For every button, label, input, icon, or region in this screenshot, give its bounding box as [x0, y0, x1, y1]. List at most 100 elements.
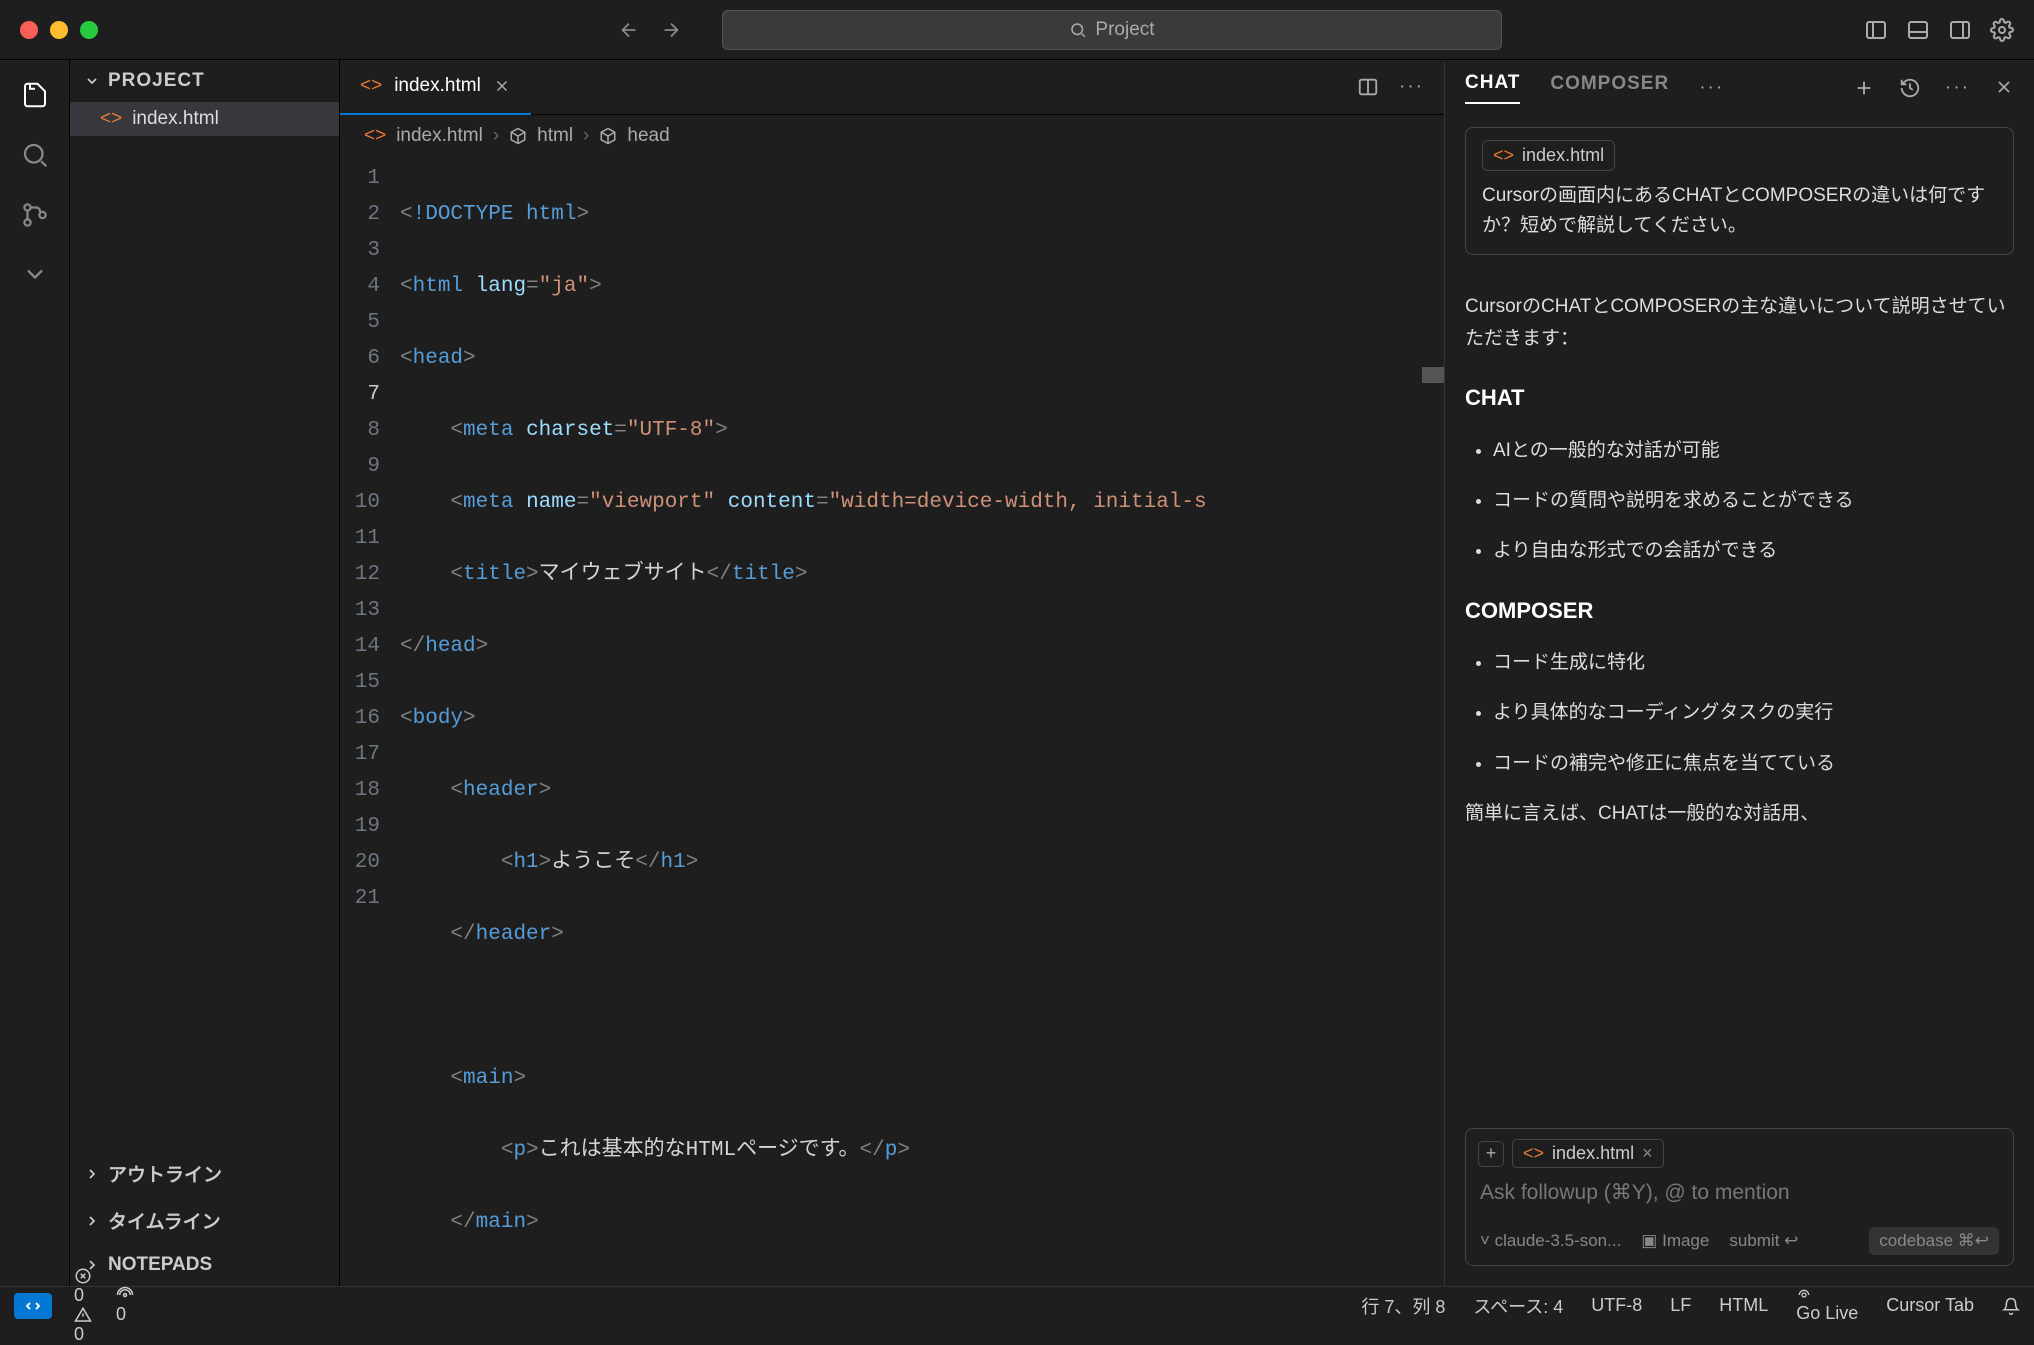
history-icon[interactable]	[1899, 77, 1921, 99]
code-editor[interactable]: 123456789101112131415161718192021 <!DOCT…	[340, 157, 1444, 1286]
symbol-icon	[599, 127, 617, 145]
panel-right-icon[interactable]	[1948, 18, 1972, 42]
list-item: より具体的なコーディングタスクの実行	[1493, 697, 2014, 729]
more-actions-icon[interactable]: ···	[1399, 76, 1424, 98]
maximize-window-button[interactable]	[80, 21, 98, 39]
chip-close-icon[interactable]: ×	[1642, 1143, 1653, 1164]
code-content[interactable]: <!DOCTYPE html> <html lang="ja"> <head> …	[400, 157, 1444, 1286]
minimap-indicator[interactable]	[1422, 367, 1444, 383]
back-button[interactable]	[618, 19, 640, 41]
panel-left-icon[interactable]	[1864, 18, 1888, 42]
ai-panel: CHAT COMPOSER ··· ··· <> index.html Curs…	[1444, 60, 2034, 1286]
chat-content: <> index.html Cursorの画面内にあるCHATとCOMPOSER…	[1445, 115, 2034, 1286]
forward-button[interactable]	[660, 19, 682, 41]
list-item: より自由な形式での会話ができる	[1493, 535, 2014, 567]
eol-status[interactable]: LF	[1670, 1295, 1691, 1316]
tab-index-html[interactable]: <> index.html	[340, 60, 531, 115]
chip-file: index.html	[1522, 145, 1604, 166]
more-icon[interactable]: ···	[1945, 77, 1970, 99]
ai-response: CursorのCHATとCOMPOSERの主な違いについて説明させていただきます…	[1465, 279, 2014, 1120]
search-label: Project	[1095, 19, 1154, 41]
tab-label: index.html	[394, 75, 481, 97]
list-item: コードの補完や修正に焦点を当てている	[1493, 748, 2014, 780]
breadcrumb[interactable]: <> index.html › html › head	[340, 115, 1444, 157]
notifications-icon[interactable]	[2002, 1297, 2020, 1315]
timeline-section[interactable]: タイムライン	[70, 1197, 339, 1244]
tabs-bar: <> index.html ···	[340, 60, 1444, 115]
cursor-position[interactable]: 行 7、列 8	[1361, 1293, 1445, 1319]
line-gutter: 123456789101112131415161718192021	[340, 157, 400, 1286]
more-icon[interactable]: ···	[1699, 77, 1724, 99]
status-bar: 0 0 0 行 7、列 8 スペース: 4 UTF-8 LF HTML Go L…	[0, 1286, 2034, 1324]
ai-panel-tabs: CHAT COMPOSER ··· ···	[1445, 60, 2034, 115]
timeline-label: タイムライン	[108, 1207, 221, 1234]
tab-close-icon[interactable]	[493, 77, 511, 95]
chevron-right-icon	[84, 1166, 100, 1182]
list-item: コードの質問や説明を求めることができる	[1493, 485, 2014, 517]
outline-section[interactable]: アウトライン	[70, 1150, 339, 1197]
html-file-icon: <>	[360, 75, 382, 97]
html-file-icon: <>	[364, 125, 386, 147]
source-control-icon[interactable]	[20, 200, 50, 230]
chevron-down-icon[interactable]	[21, 260, 49, 288]
breadcrumb-sep: ›	[493, 125, 499, 147]
file-item-index[interactable]: <> index.html	[70, 102, 339, 136]
chat-input-box: + <> index.html × Ask followup (⌘Y), @ t…	[1465, 1128, 2014, 1266]
breadcrumb-sym2: head	[627, 125, 669, 147]
search-icon	[1069, 21, 1087, 39]
search-nav-icon[interactable]	[20, 140, 50, 170]
image-button[interactable]: ▣ Image	[1641, 1231, 1709, 1251]
project-label: PROJECT	[108, 70, 205, 92]
settings-gear-icon[interactable]	[1990, 18, 2014, 42]
outline-label: アウトライン	[108, 1160, 222, 1187]
chevron-right-icon	[84, 1213, 100, 1229]
command-center-search[interactable]: Project	[722, 10, 1502, 50]
minimize-window-button[interactable]	[50, 21, 68, 39]
language-status[interactable]: HTML	[1719, 1295, 1768, 1316]
heading-composer: COMPOSER	[1465, 592, 2014, 629]
add-context-button[interactable]: +	[1478, 1141, 1504, 1167]
remote-button[interactable]	[14, 1293, 52, 1319]
go-live-button[interactable]: Go Live	[1796, 1287, 1858, 1324]
new-chat-icon[interactable]	[1853, 77, 1875, 99]
heading-chat: CHAT	[1465, 379, 2014, 416]
list-item: コード生成に特化	[1493, 647, 2014, 679]
panel-bottom-icon[interactable]	[1906, 18, 1930, 42]
list-item: AIとの一般的な対話が可能	[1493, 435, 2014, 467]
encoding-status[interactable]: UTF-8	[1591, 1295, 1642, 1316]
user-message-text: Cursorの画面内にあるCHATとCOMPOSERの違いは何ですか？短めで解説…	[1482, 181, 1997, 242]
file-name: index.html	[132, 108, 219, 130]
chevron-down-icon	[84, 73, 100, 89]
submit-button[interactable]: submit ↩	[1729, 1231, 1798, 1251]
indent-status[interactable]: スペース: 4	[1473, 1293, 1563, 1319]
codebase-button[interactable]: codebase ⌘↩	[1869, 1227, 1999, 1255]
html-file-icon: <>	[1493, 145, 1514, 166]
errors-status[interactable]: 0 0	[74, 1267, 94, 1345]
cursor-tab-status[interactable]: Cursor Tab	[1886, 1295, 1974, 1316]
port-status[interactable]: 0	[116, 1286, 134, 1325]
chip-file-name: index.html	[1552, 1143, 1634, 1164]
close-panel-icon[interactable]	[1994, 77, 2014, 99]
activity-bar	[0, 60, 70, 1286]
split-editor-icon[interactable]	[1357, 76, 1379, 98]
ai-intro: CursorのCHATとCOMPOSERの主な違いについて説明させていただきます…	[1465, 291, 2014, 356]
model-picker[interactable]: ˅ claude-3.5-son...	[1480, 1231, 1621, 1251]
input-file-chip[interactable]: <> index.html ×	[1512, 1139, 1664, 1168]
html-file-icon: <>	[1523, 1143, 1544, 1164]
followup-input[interactable]: Ask followup (⌘Y), @ to mention	[1466, 1168, 2013, 1217]
editor-area: <> index.html ··· <> index.html › html ›	[340, 60, 1444, 1286]
project-header[interactable]: PROJECT	[70, 60, 339, 102]
user-message: <> index.html Cursorの画面内にあるCHATとCOMPOSER…	[1465, 127, 2014, 255]
title-bar: Project	[0, 0, 2034, 60]
tab-chat[interactable]: CHAT	[1465, 72, 1520, 104]
nav-arrows	[618, 19, 682, 41]
tab-composer[interactable]: COMPOSER	[1550, 73, 1669, 103]
explorer-icon[interactable]	[20, 80, 50, 110]
breadcrumb-sym1: html	[537, 125, 573, 147]
symbol-icon	[509, 127, 527, 145]
close-window-button[interactable]	[20, 21, 38, 39]
context-file-chip[interactable]: <> index.html	[1482, 140, 1615, 171]
breadcrumb-sep: ›	[583, 125, 589, 147]
sidebar: PROJECT <> index.html アウトライン タイムライン NOTE…	[70, 60, 340, 1286]
window-controls	[20, 21, 98, 39]
